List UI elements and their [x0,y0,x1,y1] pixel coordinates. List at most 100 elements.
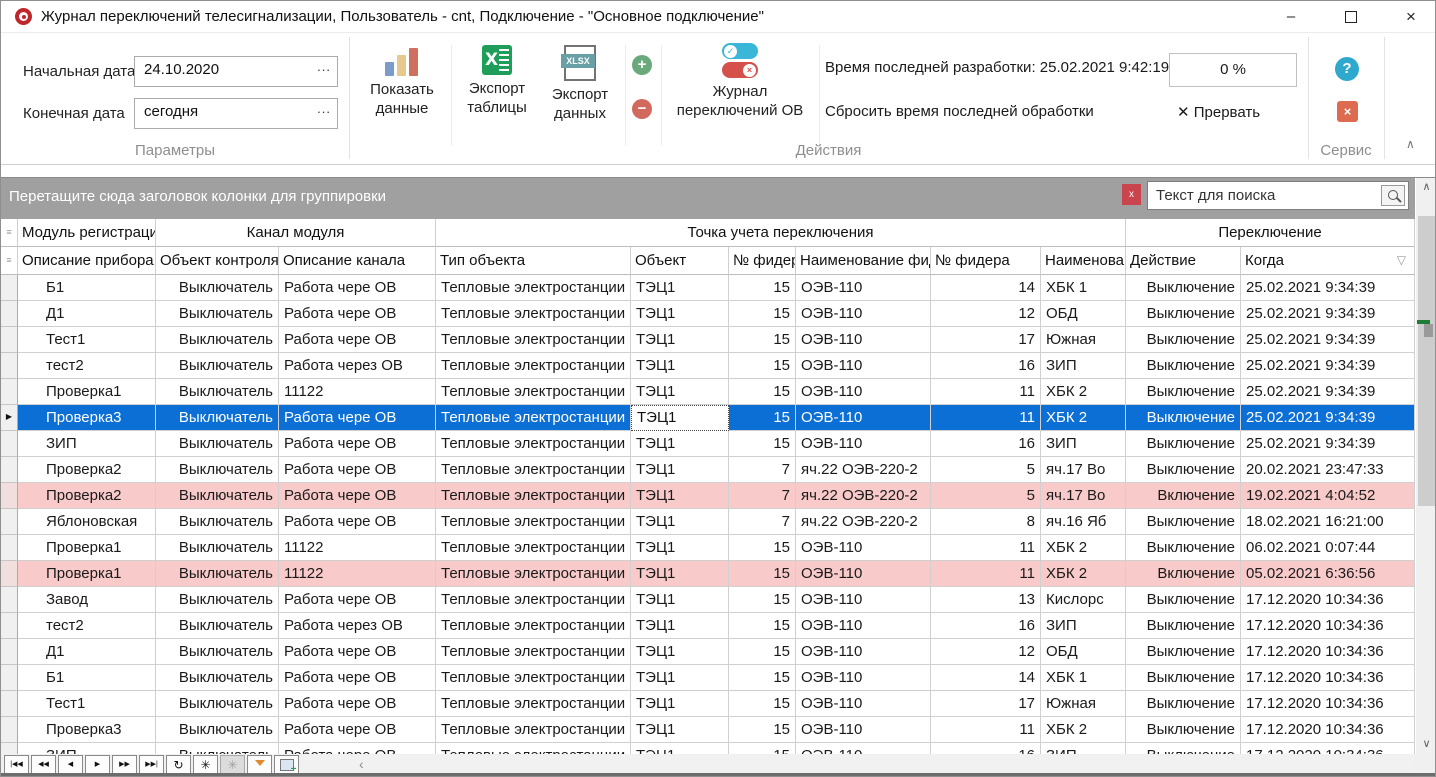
export-data-button[interactable]: XLSX Экспорт данных [539,45,621,123]
scroll-left-icon[interactable]: ‹ [359,755,364,773]
cell[interactable]: Выключение [1126,613,1241,639]
table-row[interactable]: Б1ВыключательРабота чере ОВТепловые элек… [1,275,1415,301]
horizontal-scrollbar[interactable]: ‹ [301,755,1415,773]
cell[interactable]: Работа чере ОВ [279,483,436,509]
band-header[interactable]: Переключение [1126,219,1415,247]
cell[interactable]: Выключение [1126,379,1241,405]
ov-log-button[interactable]: ✓ × Журнал переключений ОВ [665,43,815,120]
cell[interactable]: Тепловые электростанции [436,509,631,535]
cell[interactable]: Работа чере ОВ [279,301,436,327]
cell[interactable]: ТЭЦ1 [631,483,729,509]
search-button[interactable] [1381,185,1405,206]
cell[interactable]: Выключатель [156,431,279,457]
cell[interactable]: Тепловые электростанции [436,483,631,509]
cell[interactable]: 15 [729,561,796,587]
cell[interactable]: 25.02.2021 9:34:39 [1241,301,1415,327]
cell[interactable]: ОЭВ-110 [796,587,931,613]
cell[interactable]: Выключатель [156,405,279,431]
cell[interactable]: 11122 [279,379,436,405]
table-row[interactable]: Проверка3ВыключательРабота чере ОВТеплов… [1,717,1415,743]
cell[interactable]: Выключение [1126,301,1241,327]
cell[interactable]: ОБД [1041,301,1126,327]
cell[interactable]: 19.02.2021 4:04:52 [1241,483,1415,509]
cell[interactable]: Б1 [18,275,156,301]
column-header[interactable]: № фидера [931,247,1041,275]
vertical-scrollbar-thumb[interactable] [1418,216,1435,506]
service-close-button[interactable]: × [1337,101,1358,122]
cell[interactable]: ОЭВ-110 [796,275,931,301]
cell[interactable]: Выключатель [156,587,279,613]
cell[interactable]: Проверка1 [18,561,156,587]
cell[interactable]: Проверка1 [18,535,156,561]
column-header[interactable]: Объект [631,247,729,275]
cell[interactable]: тест2 [18,613,156,639]
cell[interactable]: Тест1 [18,327,156,353]
cell[interactable]: Выключение [1126,535,1241,561]
cell[interactable]: яч.16 Яб [1041,509,1126,535]
column-header[interactable]: Описание канала [279,247,436,275]
cell[interactable]: 16 [931,743,1041,754]
cell[interactable]: Выключатель [156,457,279,483]
cell[interactable]: ТЭЦ1 [631,509,729,535]
cell[interactable]: 15 [729,613,796,639]
cell[interactable]: 15 [729,587,796,613]
table-row[interactable]: Б1ВыключательРабота чере ОВТепловые элек… [1,665,1415,691]
cell[interactable]: 25.02.2021 9:34:39 [1241,327,1415,353]
cell[interactable]: 25.02.2021 9:34:39 [1241,405,1415,431]
cell[interactable]: Проверка2 [18,457,156,483]
column-header[interactable]: Объект контроля [156,247,279,275]
cell[interactable]: Работа чере ОВ [279,717,436,743]
cell[interactable]: ОЭВ-110 [796,665,931,691]
cell[interactable]: ТЭЦ1 [631,301,729,327]
cell[interactable]: 17.12.2020 10:34:36 [1241,639,1415,665]
add-button[interactable]: + [632,55,652,75]
cell[interactable]: Выключатель [156,743,279,754]
scroll-up-icon[interactable]: ∧ [1416,178,1436,197]
cell[interactable]: ХБК 1 [1041,665,1126,691]
cell[interactable]: Проверка3 [18,717,156,743]
cell[interactable]: Выключатель [156,691,279,717]
cell[interactable]: Тепловые электростанции [436,457,631,483]
cell[interactable]: 06.02.2021 0:07:44 [1241,535,1415,561]
cell[interactable]: Тепловые электростанции [436,535,631,561]
cell[interactable]: 13 [931,587,1041,613]
cell[interactable]: 5 [931,457,1041,483]
cell[interactable]: Работа чере ОВ [279,431,436,457]
cell[interactable]: Южная [1041,327,1126,353]
cell[interactable]: 15 [729,639,796,665]
cell[interactable]: 15 [729,691,796,717]
cell[interactable]: ТЭЦ1 [631,561,729,587]
cell[interactable]: 11122 [279,561,436,587]
cell[interactable]: ОЭВ-110 [796,379,931,405]
cell[interactable]: Работа чере ОВ [279,405,436,431]
table-row[interactable]: тест2ВыключательРабота через ОВТепловые … [1,613,1415,639]
cell[interactable]: 15 [729,301,796,327]
cell[interactable]: Работа чере ОВ [279,691,436,717]
cell[interactable]: ХБК 2 [1041,535,1126,561]
first-button[interactable]: |◀◀ [4,755,29,775]
cell[interactable]: ОЭВ-110 [796,535,931,561]
end-date-field[interactable]: ... [134,98,338,129]
cell[interactable]: Тест1 [18,691,156,717]
cell[interactable]: ХБК 2 [1041,717,1126,743]
cell[interactable]: ХБК 2 [1041,379,1126,405]
minimize-button[interactable]: – [1268,1,1314,32]
cell[interactable]: 7 [729,457,796,483]
cell[interactable]: Выключатель [156,717,279,743]
cell[interactable]: 11122 [279,535,436,561]
cell[interactable]: ТЭЦ1 [631,275,729,301]
cell[interactable]: Работа через ОВ [279,353,436,379]
cell[interactable]: ТЭЦ1 [631,639,729,665]
cell[interactable]: Работа чере ОВ [279,457,436,483]
cell[interactable]: яч.22 ОЭВ-220-2 [796,509,931,535]
cell[interactable]: ТЭЦ1 [631,717,729,743]
cell[interactable]: Тепловые электростанции [436,561,631,587]
cell[interactable]: Выключатель [156,665,279,691]
table-row[interactable]: Тест1ВыключательРабота чере ОВТепловые э… [1,327,1415,353]
maximize-button[interactable] [1328,1,1374,32]
cell[interactable]: Проверка3 [18,405,156,431]
cell[interactable]: 11 [931,379,1041,405]
cell[interactable]: ТЭЦ1 [631,457,729,483]
cell[interactable]: Тепловые электростанции [436,275,631,301]
cell[interactable]: ОЭВ-110 [796,613,931,639]
